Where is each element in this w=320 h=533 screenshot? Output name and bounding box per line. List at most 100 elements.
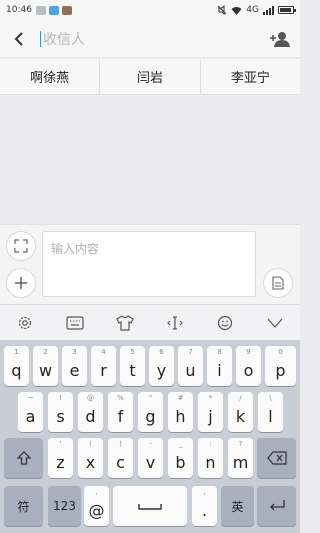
hide-keyboard-button[interactable] [260,308,290,338]
key-s[interactable]: ! s [48,392,73,432]
key-sub-label: @ [87,394,94,402]
key-u[interactable]: 7u [178,346,203,386]
key-sub-label: _ [178,440,183,448]
suggestion-contact[interactable]: 李亚宁 [201,59,300,94]
period-key[interactable]: ,. [192,486,217,526]
shift-key[interactable] [4,438,43,478]
add-contact-button[interactable] [260,20,300,58]
key-label: 英 [231,499,244,514]
key-b[interactable]: _ b [168,438,193,478]
key-d[interactable]: @ d [78,392,103,432]
fullscreen-button[interactable] [6,231,36,261]
quick-text-button[interactable] [263,268,293,298]
text-cursor-icon [167,315,183,330]
key-sub-label: " [148,394,153,402]
back-button[interactable] [0,20,38,58]
key-z[interactable]: ' z [48,438,73,478]
key-label: . [201,500,208,520]
add-attachment-button[interactable] [6,268,36,298]
keyboard-skin-button[interactable] [110,308,140,338]
key-sub-label: ~ [27,394,34,402]
key-q[interactable]: 1q [4,346,29,386]
key-v[interactable]: -v [138,438,163,478]
key-e[interactable]: 3e [62,346,87,386]
language-key[interactable]: 英 [221,486,254,526]
shift-icon [16,451,31,465]
key-sub-label: - [149,440,152,448]
key-k[interactable]: / k [228,392,253,432]
status-bar: 10:46 4G [0,0,300,20]
key-label: n [205,452,216,472]
key-o[interactable]: 9o [236,346,261,386]
key-sub-label: , [203,488,206,496]
key-a[interactable]: ~ a [18,392,43,432]
key-sub-label: 0 [278,348,283,356]
key-y[interactable]: 6y [149,346,174,386]
app-notification-icon [48,5,59,15]
screenshot-icon [35,5,46,15]
backspace-key[interactable] [257,438,296,478]
key-label: d [85,406,96,426]
key-sub-label: # [177,394,184,402]
key-label: e [69,360,80,380]
numbers-key[interactable]: 123 [48,486,81,526]
chevron-down-icon [267,318,283,328]
key-label: u [185,360,196,380]
suggestion-contact[interactable]: 啊徐燕 [0,59,101,94]
key-sub-label: ? [238,440,243,448]
key-label: c [116,452,125,472]
keyboard-switch-button[interactable] [60,308,90,338]
key-t[interactable]: 5t [120,346,145,386]
key-label: h [175,406,186,426]
recipient-input[interactable]: 收信人 [38,20,260,58]
key-label: 符 [17,499,30,514]
key-m[interactable]: ? m [228,438,253,478]
space-key[interactable] [113,486,187,526]
key-label: z [56,452,65,472]
key-g[interactable]: " g [138,392,163,432]
compose-header: 收信人 [0,20,300,58]
signal-icon [263,5,274,15]
key-label: t [129,360,136,380]
key-sub-label: 2 [43,348,48,356]
key-j[interactable]: * j [198,392,223,432]
status-time: 10:46 [6,5,32,15]
key-label: f [117,406,124,426]
key-h[interactable]: # h [168,392,193,432]
network-type: 4G [246,5,259,15]
at-key[interactable]: , @ [84,486,109,526]
key-label: b [175,452,186,472]
shield-notification-icon [61,5,72,15]
key-l[interactable]: \ l [258,392,283,432]
emoji-button[interactable] [210,308,240,338]
key-label: i [217,360,222,380]
key-label: j [208,406,213,426]
mute-icon [217,5,227,15]
key-w[interactable]: 2w [33,346,58,386]
keyboard-toolbar [0,304,300,340]
key-c[interactable]: ) c [108,438,133,478]
key-p[interactable]: 0p [265,346,296,386]
cursor-move-button[interactable] [160,308,190,338]
key-f[interactable]: % f [108,392,133,432]
key-label: g [145,406,156,426]
back-arrow-icon [14,31,23,46]
suggestion-contact[interactable]: 闫岩 [100,59,201,94]
key-r[interactable]: 4r [91,346,116,386]
key-label: 123 [53,499,76,513]
enter-icon [269,500,285,511]
keyboard-settings-button[interactable] [10,308,40,338]
document-icon [272,276,284,290]
key-label: y [156,360,167,380]
key-i[interactable]: 8i [207,346,232,386]
key-n[interactable]: :n [198,438,223,478]
key-label: m [232,452,249,472]
message-composer: 输入内容 [0,224,300,304]
key-x[interactable]: (x [78,438,103,478]
key-label: q [11,360,22,380]
enter-key[interactable] [257,486,296,526]
recipient-placeholder: 收信人 [43,31,85,48]
key-sub-label: \ [269,394,272,402]
symbols-key[interactable]: 符 [4,486,43,526]
message-input[interactable]: 输入内容 [42,231,256,297]
